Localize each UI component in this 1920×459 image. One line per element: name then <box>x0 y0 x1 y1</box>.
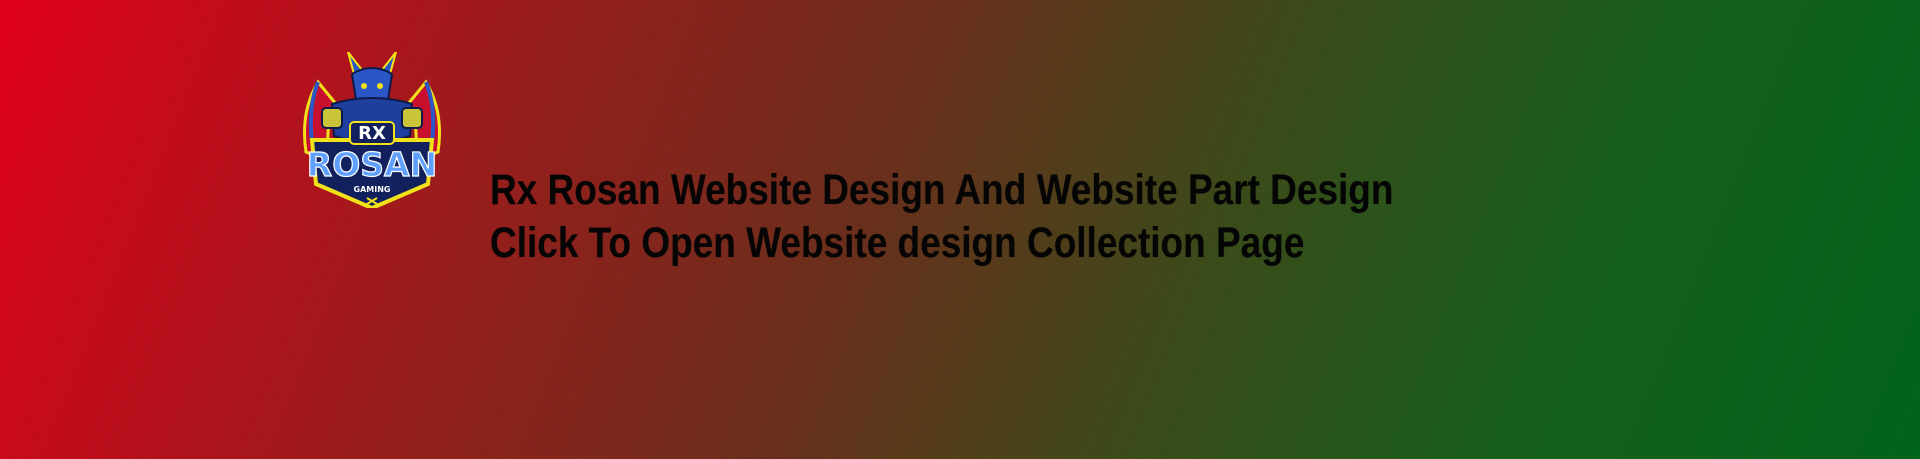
headline-line-title[interactable]: Rx Rosan Website Design And Website Part… <box>490 164 1393 217</box>
rx-rosan-gaming-logo[interactable]: RX ROSAN GAMING <box>298 52 446 208</box>
logo-main-text: ROSAN <box>307 145 437 184</box>
banner[interactable]: RX ROSAN GAMING Rx Rosan Website Design … <box>0 0 1920 459</box>
dragon-mascot-icon: RX ROSAN GAMING <box>303 52 441 208</box>
headline[interactable]: Rx Rosan Website Design And Website Part… <box>490 164 1393 270</box>
logo-sub-text: GAMING <box>354 185 391 194</box>
logo-top-text: RX <box>358 123 386 144</box>
headline-line-collection-link[interactable]: Click To Open Website design Collection … <box>490 217 1393 270</box>
